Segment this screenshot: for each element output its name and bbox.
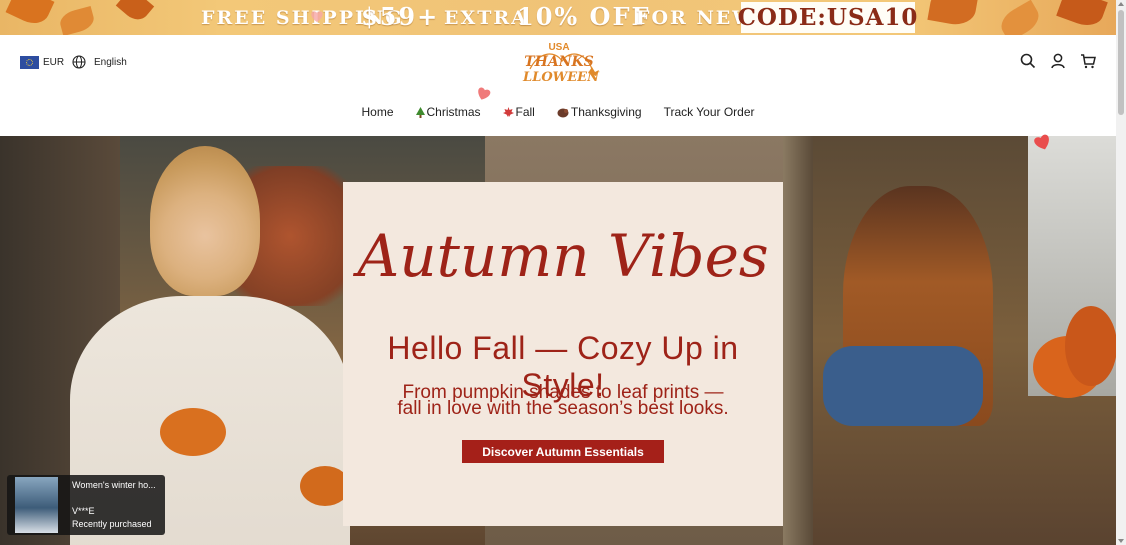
nav-item-home[interactable]: Home xyxy=(361,105,393,119)
currency-selector[interactable]: EUR xyxy=(20,56,64,69)
pumpkin-right xyxy=(1065,306,1116,386)
hero-photo-right xyxy=(783,136,1116,545)
language-label: English xyxy=(94,56,127,68)
toast-user: V***E xyxy=(72,506,95,516)
toast-status: Recently purchased xyxy=(72,519,152,529)
extra-text: EXTRA xyxy=(444,7,528,29)
cart-button[interactable] xyxy=(1080,53,1096,69)
maple-leaf-decoration xyxy=(57,5,97,35)
maple-leaf-decoration xyxy=(927,0,979,28)
language-selector[interactable]: English xyxy=(72,55,127,69)
recent-purchase-toast[interactable]: Women's winter ho... V***E Recently purc… xyxy=(7,475,165,535)
nav-item-christmas[interactable]: Christmas xyxy=(415,105,481,119)
coupon-code: CODE:USA10 xyxy=(737,4,919,31)
scroll-up-arrow-icon[interactable] xyxy=(1118,2,1124,6)
main-nav: Home Christmas Fall Thanksgiving Track Y… xyxy=(0,105,1116,119)
maple-leaf-icon xyxy=(502,106,514,117)
header-icons xyxy=(1020,53,1096,69)
account-button[interactable] xyxy=(1050,53,1066,69)
heart-decoration-icon xyxy=(478,87,491,100)
nav-item-label: Track Your Order xyxy=(663,105,755,119)
nav-item-label: Christmas xyxy=(426,105,481,119)
nav-item-track-order[interactable]: Track Your Order xyxy=(664,105,755,119)
search-button[interactable] xyxy=(1020,53,1036,69)
tree-trunk xyxy=(783,136,813,545)
eu-flag-icon xyxy=(20,56,39,69)
cart-icon xyxy=(1081,54,1096,69)
heart-decoration-icon xyxy=(311,11,323,23)
logo-text-usa: USA xyxy=(548,42,569,53)
heart-decoration-icon xyxy=(1034,134,1049,150)
nav-item-thanksgiving[interactable]: Thanksgiving xyxy=(557,105,642,119)
script-title-container: Autumn Vibes xyxy=(352,222,768,290)
logo-text-lloween: LLOWEEN xyxy=(522,70,600,85)
user-icon xyxy=(1051,53,1065,69)
maple-leaf-decoration xyxy=(1056,0,1108,31)
toast-product-name: Women's winter ho... xyxy=(72,480,156,490)
nav-item-fall[interactable]: Fall xyxy=(502,105,535,119)
search-icon xyxy=(1020,53,1036,69)
coupon-code-box: CODE:USA10 xyxy=(738,2,917,33)
jeans-shape xyxy=(823,346,983,426)
promo-card: Autumn Vibes Hello Fall — Cozy Up in Sty… xyxy=(343,182,783,526)
discover-autumn-button[interactable]: Discover Autumn Essentials xyxy=(462,440,664,463)
nav-item-label: Home xyxy=(361,105,394,119)
discount-text: 10% OFF xyxy=(517,2,651,31)
model-head xyxy=(150,146,260,296)
script-title: Autumn Vibes xyxy=(352,222,768,290)
nav-item-label: Fall xyxy=(515,105,535,119)
christmas-tree-icon xyxy=(415,106,425,118)
page-scrollbar[interactable] xyxy=(1116,0,1126,545)
maple-leaf-decoration xyxy=(996,0,1044,35)
sweater-pumpkin xyxy=(160,408,226,456)
scroll-thumb[interactable] xyxy=(1118,10,1124,115)
announcement-bar[interactable]: FREE SHIPPING $59+ EXTRA 10% OFF FOR NEW… xyxy=(0,0,1116,35)
maple-leaf-decoration xyxy=(5,0,55,30)
site-header: EUR English USA THANKS LLOWEEN Home Chri… xyxy=(0,35,1116,136)
globe-icon xyxy=(72,55,86,69)
turkey-icon xyxy=(557,108,569,117)
product-thumbnail xyxy=(15,477,58,533)
hero-banner[interactable]: Autumn Vibes Hello Fall — Cozy Up in Sty… xyxy=(0,136,1116,545)
shipping-threshold-text: $59+ xyxy=(361,2,440,31)
site-logo[interactable]: USA THANKS LLOWEEN xyxy=(518,39,600,85)
logo-text-thanks: THANKS xyxy=(524,54,594,70)
hero-subline-2: fall in love with the season’s best look… xyxy=(397,398,729,419)
nav-item-label: Thanksgiving xyxy=(570,105,642,119)
scroll-down-arrow-icon[interactable] xyxy=(1118,539,1124,543)
hero-subline: From pumpkin shades to leaf prints — fal… xyxy=(343,383,783,419)
currency-label: EUR xyxy=(43,57,65,68)
maple-leaf-decoration xyxy=(115,0,155,25)
